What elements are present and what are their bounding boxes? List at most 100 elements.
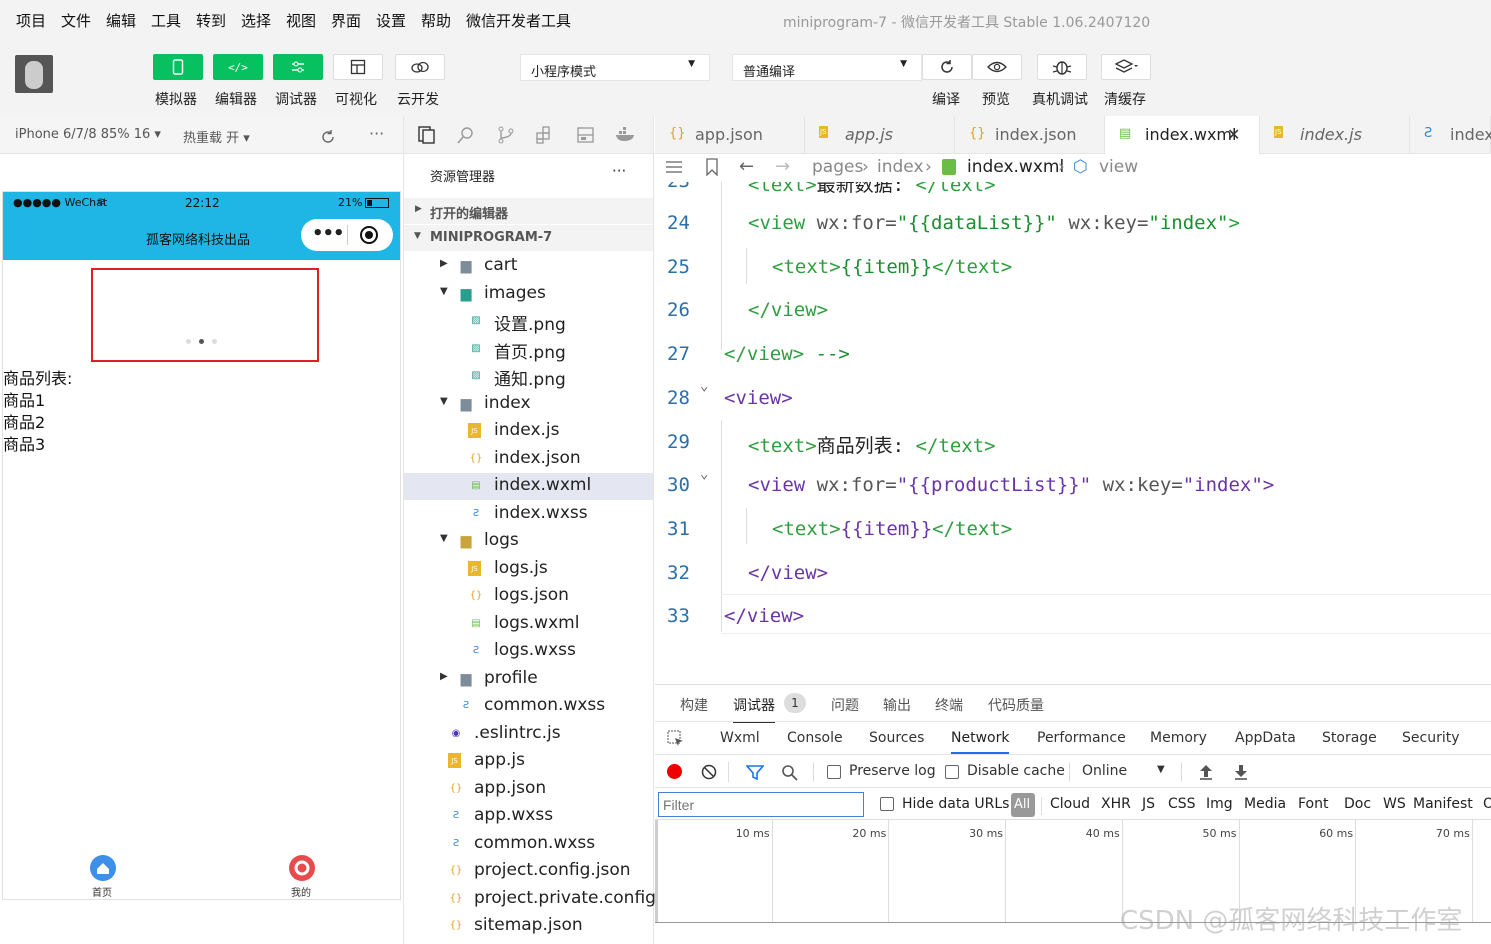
fold-icon[interactable]: ⌄ bbox=[700, 466, 708, 482]
file-item[interactable]: ▤ logs.wxml bbox=[404, 611, 653, 638]
compile-button[interactable] bbox=[922, 54, 972, 80]
file-item[interactable]: Ƨapp.wxss bbox=[404, 803, 653, 830]
timeline-handle[interactable] bbox=[655, 820, 658, 922]
file-item[interactable]: {} sitemap.json bbox=[404, 913, 653, 940]
panel-tab[interactable]: 代码质量 bbox=[988, 695, 1044, 715]
record-icon[interactable] bbox=[667, 764, 682, 779]
inspect-icon[interactable] bbox=[667, 730, 685, 748]
tab-app-json[interactable]: {} app.json bbox=[655, 116, 805, 154]
file-item[interactable]: Ƨcommon.wxss bbox=[404, 693, 653, 720]
menu-item-project[interactable]: 项目 bbox=[16, 10, 46, 31]
clear-cache-button[interactable] bbox=[1101, 54, 1151, 80]
file-item[interactable]: JS app.js bbox=[404, 748, 653, 775]
menu-item-tools[interactable]: 工具 bbox=[151, 10, 181, 31]
tab-app-js[interactable]: JS app.js bbox=[805, 116, 955, 154]
file-item[interactable]: {} logs.json bbox=[404, 583, 653, 610]
filter-type[interactable]: Manifest bbox=[1413, 796, 1473, 812]
device-select[interactable]: iPhone 6/7/8 85% 16 ▾ bbox=[15, 127, 161, 142]
breadcrumb-item[interactable]: pages bbox=[812, 157, 863, 177]
docker-icon[interactable] bbox=[614, 125, 638, 145]
fold-icon[interactable]: ⌄ bbox=[700, 378, 708, 394]
visual-button[interactable] bbox=[333, 54, 383, 80]
remote-debug-button[interactable] bbox=[1037, 54, 1087, 80]
folder-item[interactable]: ▼ ▆ images bbox=[404, 281, 653, 308]
file-item[interactable]: Ƨindex.wxss bbox=[404, 501, 653, 528]
panel-tab[interactable]: 构建 bbox=[680, 695, 708, 715]
folder-item[interactable]: ▼ ▆ index bbox=[404, 391, 653, 418]
close-mini-program-icon[interactable] bbox=[360, 226, 378, 244]
devtools-tab[interactable]: Performance bbox=[1037, 730, 1126, 746]
file-item[interactable]: ▨ 设置.png bbox=[404, 308, 653, 335]
simulator-toggle-button[interactable] bbox=[153, 54, 203, 80]
avatar[interactable] bbox=[15, 55, 53, 93]
devtools-tab[interactable]: Network bbox=[951, 730, 1010, 754]
devtools-tab[interactable]: Console bbox=[787, 730, 843, 746]
tab-index-wxml[interactable]: ▤ index.wxml ✕ bbox=[1105, 116, 1260, 154]
filter-type[interactable]: Cloud bbox=[1050, 796, 1090, 812]
open-editors-section[interactable]: ▶ 打开的编辑器 bbox=[404, 198, 653, 224]
close-icon[interactable]: ✕ bbox=[1227, 125, 1240, 144]
filter-type[interactable]: Doc bbox=[1344, 796, 1371, 812]
devtools-tab[interactable]: Wxml bbox=[720, 730, 760, 746]
arrow-left-icon[interactable]: ← bbox=[739, 156, 754, 177]
file-item[interactable]: JS index.js bbox=[404, 418, 653, 445]
storage-icon[interactable] bbox=[576, 125, 596, 145]
capsule-menu[interactable]: ••• bbox=[301, 219, 393, 251]
preserve-log-checkbox[interactable] bbox=[827, 765, 841, 779]
menu-item-file[interactable]: 文件 bbox=[61, 10, 91, 31]
file-item[interactable]: Ƨcommon.wxss bbox=[404, 831, 653, 858]
filter-type[interactable]: Font bbox=[1298, 796, 1328, 812]
file-item[interactable]: {} project.private.config... bbox=[404, 886, 673, 913]
upload-icon[interactable] bbox=[1198, 763, 1214, 781]
filter-type[interactable]: O bbox=[1483, 796, 1491, 812]
filter-type[interactable]: CSS bbox=[1168, 796, 1196, 812]
search-icon[interactable] bbox=[781, 764, 799, 782]
file-item[interactable]: JS logs.js bbox=[404, 556, 653, 583]
filter-all-button[interactable]: All bbox=[1011, 793, 1035, 817]
cloud-dev-button[interactable] bbox=[395, 54, 445, 80]
tab-index-json[interactable]: {} index.json bbox=[955, 116, 1105, 154]
project-section[interactable]: ▼ MINIPROGRAM-7 bbox=[404, 225, 653, 251]
file-item[interactable]: ▤ index.wxml bbox=[404, 473, 653, 500]
panel-tab[interactable]: 输出 bbox=[883, 695, 911, 715]
hide-data-urls-checkbox[interactable] bbox=[880, 797, 894, 811]
breadcrumb-item[interactable]: index bbox=[877, 157, 924, 177]
arrow-right-icon[interactable]: → bbox=[775, 156, 790, 177]
code-editor[interactable]: 23<text>最新数据: </text>24<view wx:for="{{d… bbox=[655, 182, 1491, 684]
search-icon[interactable] bbox=[456, 125, 476, 145]
bookmark-icon[interactable] bbox=[705, 158, 719, 176]
editor-toggle-button[interactable]: </> bbox=[213, 54, 263, 80]
filter-type[interactable]: WS bbox=[1383, 796, 1406, 812]
file-item[interactable]: ▨ 首页.png bbox=[404, 336, 653, 363]
file-item[interactable]: ◉ .eslintrc.js bbox=[404, 721, 653, 748]
file-item[interactable]: ▨ 通知.png bbox=[404, 363, 653, 390]
filter-type[interactable]: XHR bbox=[1101, 796, 1131, 812]
breadcrumb-item[interactable]: index.wxml bbox=[967, 157, 1064, 177]
download-icon[interactable] bbox=[1233, 763, 1249, 781]
filter-type[interactable]: JS bbox=[1142, 796, 1155, 812]
devtools-tab[interactable]: Security bbox=[1402, 730, 1460, 746]
folder-item[interactable]: ▶ ▆ profile bbox=[404, 666, 653, 693]
menu-item-help[interactable]: 帮助 bbox=[421, 10, 451, 31]
tab-index-js[interactable]: JS index.js bbox=[1260, 116, 1410, 154]
tab-home[interactable]: 首页 bbox=[89, 855, 117, 899]
compile-select[interactable]: 普通编译 ▼ bbox=[732, 54, 922, 81]
panel-tab[interactable]: 调试器 bbox=[733, 695, 775, 723]
file-item[interactable]: {} project.config.json bbox=[404, 858, 653, 885]
menu-item-settings[interactable]: 设置 bbox=[376, 10, 406, 31]
files-icon[interactable] bbox=[416, 125, 436, 145]
hot-reload-toggle[interactable]: 热重载 开 ▾ bbox=[183, 127, 250, 146]
menu-item-view[interactable]: 视图 bbox=[286, 10, 316, 31]
devtools-tab[interactable]: Memory bbox=[1150, 730, 1207, 746]
panel-tab[interactable]: 终端 bbox=[935, 695, 963, 715]
clear-icon[interactable] bbox=[701, 764, 717, 780]
filter-type[interactable]: Img bbox=[1206, 796, 1233, 812]
tab-mine[interactable]: 我的 bbox=[288, 855, 316, 899]
menu-item-goto[interactable]: 转到 bbox=[196, 10, 226, 31]
more-icon[interactable]: ••• bbox=[312, 223, 345, 244]
menu-item-wechat-devtools[interactable]: 微信开发者工具 bbox=[466, 10, 571, 31]
devtools-tab[interactable]: Storage bbox=[1322, 730, 1377, 746]
menu-item-edit[interactable]: 编辑 bbox=[106, 10, 136, 31]
file-item[interactable]: Ƨlogs.wxss bbox=[404, 638, 653, 665]
extensions-icon[interactable] bbox=[535, 125, 555, 145]
